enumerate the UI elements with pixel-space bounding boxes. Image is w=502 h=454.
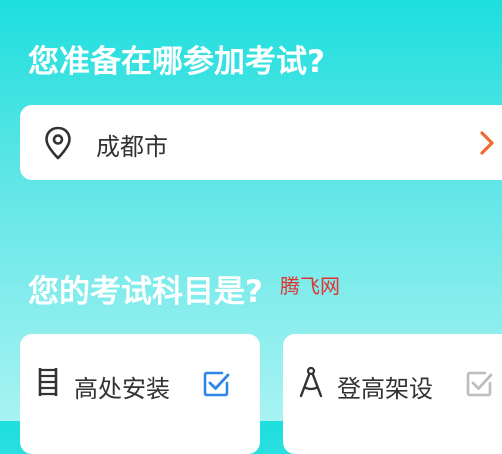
subject-label: 高处安装 — [74, 375, 170, 403]
checkbox-unchecked-icon[interactable] — [465, 370, 493, 398]
selected-city: 成都市 — [96, 133, 168, 161]
watermark: 腾飞网 — [280, 274, 340, 298]
chevron-right-icon — [480, 131, 494, 155]
ladder-icon — [38, 368, 58, 396]
location-selector[interactable]: 成都市 — [20, 105, 502, 180]
checkbox-checked-icon[interactable] — [202, 370, 230, 398]
compass-icon — [299, 366, 323, 398]
subject-question-heading: 您的考试科目是? — [28, 274, 263, 310]
subject-card-high-altitude-installation[interactable]: 高处安装 — [20, 334, 260, 454]
subject-card-scaffolding[interactable]: 登高架设 — [283, 334, 502, 454]
location-question-heading: 您准备在哪参加考试? — [28, 44, 325, 80]
subject-label: 登高架设 — [337, 375, 433, 403]
map-pin-icon — [45, 126, 71, 160]
